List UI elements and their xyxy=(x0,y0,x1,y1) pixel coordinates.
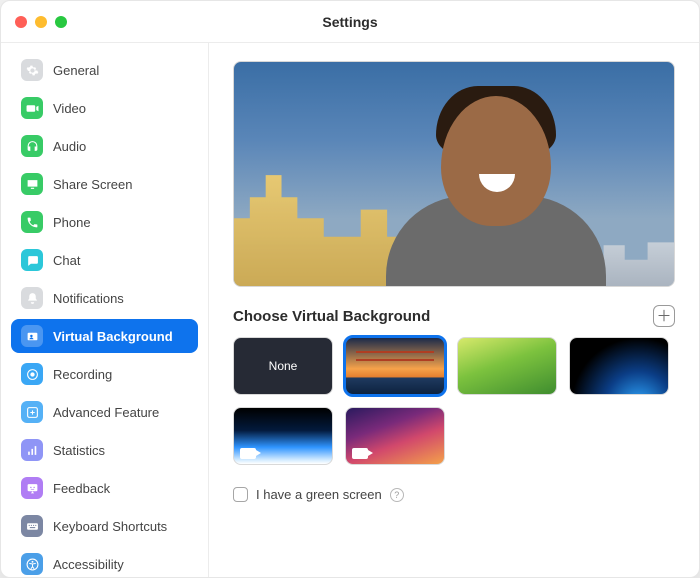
video-icon xyxy=(352,448,368,459)
section-title: Choose Virtual Background xyxy=(233,308,430,325)
sidebar-item-chat[interactable]: Chat xyxy=(11,243,198,277)
background-thumb-earth[interactable] xyxy=(569,337,669,395)
sidebar-item-video[interactable]: Video xyxy=(11,91,198,125)
sidebar-item-label: Accessibility xyxy=(53,557,124,572)
close-window-button[interactable] xyxy=(15,16,27,28)
sidebar-item-notifications[interactable]: Notifications xyxy=(11,281,198,315)
sidebar-item-label: Feedback xyxy=(53,481,110,496)
video-icon xyxy=(240,448,256,459)
green-screen-checkbox[interactable] xyxy=(233,487,248,502)
zoom-window-button[interactable] xyxy=(55,16,67,28)
gear-icon xyxy=(21,59,43,81)
plus-square-icon xyxy=(21,401,43,423)
virtual-background-section-header: Choose Virtual Background ＋ xyxy=(233,305,675,327)
sidebar-item-recording[interactable]: Recording xyxy=(11,357,198,391)
record-icon xyxy=(21,363,43,385)
sidebar-item-phone[interactable]: Phone xyxy=(11,205,198,239)
green-screen-label: I have a green screen xyxy=(256,487,382,502)
help-icon[interactable]: ? xyxy=(390,488,404,502)
keyboard-icon xyxy=(21,515,43,537)
add-background-button[interactable]: ＋ xyxy=(653,305,675,327)
background-thumb-none[interactable]: None xyxy=(233,337,333,395)
sidebar-item-keyboard-shortcuts[interactable]: Keyboard Shortcuts xyxy=(11,509,198,543)
sidebar-item-label: Advanced Feature xyxy=(53,405,159,420)
sidebar-item-advanced-feature[interactable]: Advanced Feature xyxy=(11,395,198,429)
sidebar-item-label: Share Screen xyxy=(53,177,133,192)
window-controls xyxy=(15,16,67,28)
sidebar-item-label: Video xyxy=(53,101,86,116)
sidebar-item-virtual-background[interactable]: Virtual Background xyxy=(11,319,198,353)
minimize-window-button[interactable] xyxy=(35,16,47,28)
settings-window: Settings General Video Audio Share Screen Ph… xyxy=(0,0,700,578)
green-screen-row: I have a green screen ? xyxy=(233,487,675,502)
accessibility-icon xyxy=(21,553,43,575)
sidebar-item-share-screen[interactable]: Share Screen xyxy=(11,167,198,201)
sidebar-item-label: General xyxy=(53,63,99,78)
window-title: Settings xyxy=(1,14,699,30)
sidebar-item-feedback[interactable]: Feedback xyxy=(11,471,198,505)
feedback-icon xyxy=(21,477,43,499)
sidebar-item-label: Recording xyxy=(53,367,112,382)
background-thumb-grass[interactable] xyxy=(457,337,557,395)
thumb-none-label: None xyxy=(269,359,298,373)
sidebar-item-label: Notifications xyxy=(53,291,124,306)
settings-sidebar: General Video Audio Share Screen Phone Chat No… xyxy=(1,43,209,577)
bell-icon xyxy=(21,287,43,309)
preview-person xyxy=(391,86,601,287)
sidebar-item-label: Statistics xyxy=(53,443,105,458)
phone-icon xyxy=(21,211,43,233)
plus-icon: ＋ xyxy=(656,309,671,324)
sidebar-item-label: Chat xyxy=(53,253,80,268)
sidebar-item-label: Virtual Background xyxy=(53,329,173,344)
body: General Video Audio Share Screen Phone Chat No… xyxy=(1,43,699,577)
sidebar-item-label: Audio xyxy=(53,139,86,154)
background-thumb-space[interactable] xyxy=(233,407,333,465)
titlebar: Settings xyxy=(1,1,699,43)
video-preview xyxy=(233,61,675,287)
sidebar-item-audio[interactable]: Audio xyxy=(11,129,198,163)
background-thumb-gradient[interactable] xyxy=(345,407,445,465)
background-thumb-bridge[interactable] xyxy=(345,337,445,395)
sidebar-item-statistics[interactable]: Statistics xyxy=(11,433,198,467)
share-screen-icon xyxy=(21,173,43,195)
sidebar-item-label: Keyboard Shortcuts xyxy=(53,519,167,534)
virtual-bg-icon xyxy=(21,325,43,347)
headphones-icon xyxy=(21,135,43,157)
video-icon xyxy=(21,97,43,119)
chat-icon xyxy=(21,249,43,271)
background-thumbnails: None xyxy=(233,337,675,465)
sidebar-item-label: Phone xyxy=(53,215,91,230)
sidebar-item-accessibility[interactable]: Accessibility xyxy=(11,547,198,577)
sidebar-item-general[interactable]: General xyxy=(11,53,198,87)
stats-icon xyxy=(21,439,43,461)
settings-content: Choose Virtual Background ＋ None I have … xyxy=(209,43,699,577)
